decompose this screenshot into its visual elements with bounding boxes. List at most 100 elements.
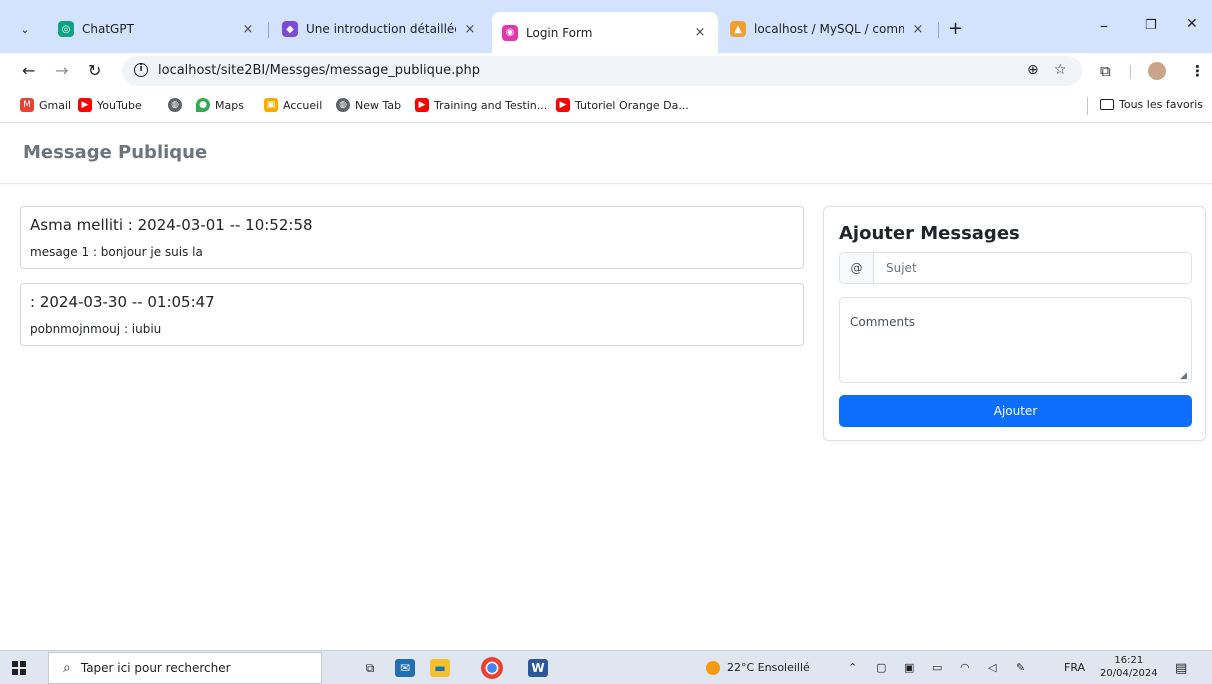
message-title: Asma melliti : 2024-03-01 -- 10:52:58 bbox=[30, 216, 313, 234]
globe-icon: ◍ bbox=[336, 98, 350, 112]
taskbar-search[interactable]: ⌕ Taper ici pour rechercher bbox=[48, 652, 322, 684]
subject-input[interactable] bbox=[874, 253, 1191, 283]
tab-label: Login Form bbox=[526, 25, 593, 40]
page-title[interactable]: Message Publique bbox=[23, 142, 207, 163]
bookmark-youtube[interactable]: ▶ YouTube bbox=[78, 98, 142, 112]
close-icon[interactable]: × bbox=[240, 22, 256, 37]
message-body: pobnmojnmouj : iubiu bbox=[30, 322, 162, 336]
maps-icon: ● bbox=[196, 98, 210, 112]
bookmark-label: Training and Testin... bbox=[434, 98, 548, 112]
close-icon[interactable]: × bbox=[692, 25, 708, 40]
wifi-icon[interactable]: ◠ bbox=[960, 661, 970, 674]
new-tab-button[interactable]: + bbox=[948, 18, 963, 39]
search-placeholder: Taper ici pour rechercher bbox=[80, 661, 231, 675]
site-icon: ◉ bbox=[502, 24, 518, 41]
avatar[interactable] bbox=[1148, 62, 1166, 80]
bookmark-maps[interactable]: ● Maps bbox=[196, 98, 244, 112]
volume-icon[interactable]: ◁ bbox=[988, 661, 996, 674]
windows-taskbar: ⌕ Taper ici pour rechercher ⧉ ✉ ▬ W 22°C… bbox=[0, 650, 1212, 684]
windows-start-icon[interactable] bbox=[12, 661, 26, 675]
bookmark-label: New Tab bbox=[355, 98, 402, 112]
bookmark-accueil[interactable]: ▣ Accueil bbox=[264, 98, 322, 112]
folder-icon bbox=[1100, 99, 1114, 110]
bookmark-globe[interactable]: ◍ bbox=[168, 98, 187, 112]
bookmark-label: YouTube bbox=[97, 98, 142, 112]
close-window-button[interactable]: ✕ bbox=[1186, 16, 1198, 32]
url-text[interactable]: localhost/site2BI/Messges/message_publiq… bbox=[158, 63, 480, 78]
tab-label: localhost / MySQL / commun bbox=[754, 22, 904, 36]
phpmyadmin-icon: ▲ bbox=[730, 21, 746, 37]
language-indicator[interactable]: FRA bbox=[1064, 661, 1085, 674]
bookmark-new-tab[interactable]: ◍ New Tab bbox=[336, 98, 401, 112]
message-card: : 2024-03-30 -- 01:05:47 pobnmojnmouj : … bbox=[20, 283, 804, 346]
clock[interactable]: 16:21 20/04/2024 bbox=[1100, 654, 1158, 680]
minimize-button[interactable]: – bbox=[1100, 16, 1108, 35]
youtube-icon: ▶ bbox=[78, 98, 92, 112]
tab-separator bbox=[268, 22, 269, 38]
zoom-icon[interactable]: ⊕ bbox=[1027, 62, 1039, 78]
tab-search-button[interactable]: ⌄ bbox=[14, 18, 36, 40]
bookmark-tutoriel[interactable]: ▶ Tutoriel Orange Da... bbox=[556, 98, 689, 112]
close-icon[interactable]: × bbox=[462, 22, 478, 37]
file-explorer-icon[interactable]: ▬ bbox=[430, 659, 450, 677]
bookmark-label: Gmail bbox=[39, 98, 72, 112]
chevron-up-icon[interactable]: ⌃ bbox=[848, 661, 857, 674]
forward-button[interactable]: → bbox=[55, 61, 68, 80]
page-navbar: Message Publique bbox=[0, 124, 1212, 184]
tab-login-form[interactable]: ◉ Login Form × bbox=[492, 12, 718, 53]
resize-handle-icon[interactable]: ◢ bbox=[1180, 371, 1187, 381]
tab-label: Une introduction détaillée | Ga bbox=[306, 22, 456, 36]
globe-icon: ◍ bbox=[168, 98, 182, 112]
chrome-icon[interactable] bbox=[481, 657, 503, 679]
tab-phpmyadmin[interactable]: ▲ localhost / MySQL / commun × bbox=[720, 12, 936, 46]
bookmark-training[interactable]: ▶ Training and Testin... bbox=[415, 98, 547, 112]
chatgpt-icon: ◎ bbox=[58, 21, 74, 37]
task-view-icon[interactable]: ⧉ bbox=[360, 659, 380, 677]
bookmark-label: Accueil bbox=[283, 98, 323, 112]
close-icon[interactable]: × bbox=[910, 22, 926, 37]
notification-icon[interactable]: ▤ bbox=[1175, 661, 1187, 676]
bookmark-star-icon[interactable]: ☆ bbox=[1054, 62, 1067, 78]
search-icon: ⌕ bbox=[63, 660, 71, 676]
tab-separator bbox=[938, 22, 939, 38]
message-card: Asma melliti : 2024-03-01 -- 10:52:58 me… bbox=[20, 206, 804, 269]
tab-chatgpt[interactable]: ◎ ChatGPT × bbox=[48, 12, 266, 46]
tab-introduction[interactable]: ◆ Une introduction détaillée | Ga × bbox=[272, 12, 488, 46]
display-icon[interactable]: ▣ bbox=[904, 661, 914, 674]
back-button[interactable]: ← bbox=[22, 61, 35, 80]
toolbar-divider bbox=[1130, 65, 1131, 79]
subject-input-group: @ bbox=[839, 252, 1192, 284]
menu-kebab-icon[interactable]: ⋮ bbox=[1190, 62, 1205, 80]
all-bookmarks-folder[interactable]: Tous les favoris bbox=[1100, 98, 1203, 111]
site-icon: ◆ bbox=[282, 21, 298, 37]
weather-sun-icon bbox=[706, 661, 720, 675]
bookmark-gmail[interactable]: M Gmail bbox=[20, 98, 71, 112]
meet-icon[interactable]: ▢ bbox=[876, 661, 886, 674]
accueil-icon: ▣ bbox=[264, 98, 278, 112]
add-message-button[interactable]: Ajouter bbox=[839, 395, 1192, 427]
form-title: Ajouter Messages bbox=[839, 223, 1020, 244]
add-message-form: Ajouter Messages @ ◢ Ajouter bbox=[823, 206, 1206, 441]
at-icon: @ bbox=[840, 253, 874, 283]
reload-button[interactable]: ↻ bbox=[88, 61, 101, 80]
bookmarks-divider bbox=[1087, 97, 1088, 115]
bookmark-label: Tutoriel Orange Da... bbox=[575, 98, 689, 112]
clock-time: 16:21 bbox=[1114, 655, 1144, 666]
word-icon[interactable]: W bbox=[528, 659, 548, 677]
weather-text[interactable]: 22°C Ensoleillé bbox=[727, 661, 810, 674]
youtube-icon: ▶ bbox=[556, 98, 570, 112]
maximize-button[interactable]: ❐ bbox=[1145, 18, 1157, 33]
mail-icon[interactable]: ✉ bbox=[395, 659, 415, 677]
browser-tab-strip: ⌄ ◎ ChatGPT × ◆ Une introduction détaill… bbox=[0, 0, 1212, 53]
pen-icon[interactable]: ✎ bbox=[1016, 661, 1025, 674]
site-info-icon[interactable]: i bbox=[134, 63, 148, 77]
gmail-icon: M bbox=[20, 98, 34, 112]
battery-icon[interactable]: ▭ bbox=[932, 661, 942, 674]
message-body: mesage 1 : bonjour je suis la bbox=[30, 245, 203, 259]
extensions-icon[interactable]: ⧉ bbox=[1100, 62, 1111, 80]
browser-toolbar: ← → ↻ i localhost/site2BI/Messges/messag… bbox=[0, 53, 1212, 89]
comments-textarea[interactable] bbox=[839, 297, 1192, 383]
tab-label: ChatGPT bbox=[82, 22, 134, 36]
youtube-icon: ▶ bbox=[415, 98, 429, 112]
address-bar[interactable]: i localhost/site2BI/Messges/message_publ… bbox=[122, 56, 1082, 86]
